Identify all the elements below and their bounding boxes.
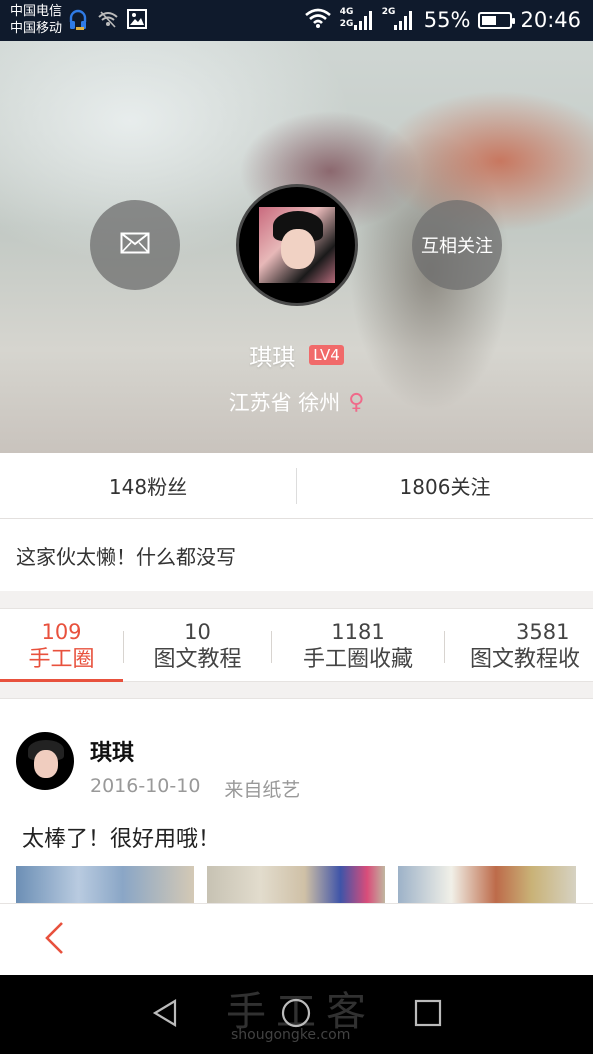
post-text: 太棒了！很好用哦！ xyxy=(22,827,221,852)
square-recents-icon xyxy=(413,998,443,1032)
image-icon xyxy=(126,8,148,34)
tab-label: 手工圈 xyxy=(28,647,95,672)
mail-icon xyxy=(120,232,150,258)
tab-count: 10 xyxy=(184,620,211,644)
nav-recents-button[interactable] xyxy=(406,993,450,1037)
avatar-photo xyxy=(259,207,335,283)
content-tabs: 109 手工圈 10 图文教程 1181 手工圈收藏 3581 图文教程收 xyxy=(0,608,593,682)
post-image-1[interactable] xyxy=(16,866,194,906)
follow-button[interactable]: 互相关注 xyxy=(412,200,502,290)
female-icon: ♀ xyxy=(348,389,365,415)
circle-home-icon xyxy=(280,997,312,1033)
headset-icon xyxy=(68,8,88,36)
bottom-toolbar xyxy=(0,903,593,975)
name-row: 琪琪 LV4 xyxy=(0,338,593,372)
profile-avatar[interactable] xyxy=(236,184,358,306)
post-image-3[interactable] xyxy=(398,866,576,906)
clock: 20:46 xyxy=(520,8,581,32)
tab-circle-favorites[interactable]: 1181 手工圈收藏 xyxy=(272,609,444,681)
profile-header: 互相关注 琪琪 LV4 江苏省 徐州 ♀ xyxy=(0,41,593,453)
battery-icon xyxy=(478,11,516,29)
post-source: 来自纸艺 xyxy=(224,779,301,801)
tab-divider xyxy=(444,631,445,663)
tab-label: 手工圈收藏 xyxy=(302,647,413,672)
post-author-avatar[interactable] xyxy=(16,732,74,790)
net-type-1: 4G xyxy=(339,7,354,17)
level-badge: LV4 xyxy=(309,345,344,365)
tab-label: 图文教程 xyxy=(153,647,242,672)
chevron-left-icon xyxy=(43,921,65,959)
tab-count: 109 xyxy=(41,620,82,644)
post-meta: 2016-10-10 来自纸艺 xyxy=(90,775,300,802)
message-button[interactable] xyxy=(90,200,180,290)
profile-location: 江苏省 徐州 xyxy=(228,391,341,415)
tab-tutorial-favorites[interactable]: 3581 图文教程收 xyxy=(458,609,593,681)
location-row: 江苏省 徐州 ♀ xyxy=(0,387,593,417)
triangle-back-icon xyxy=(150,998,180,1032)
wifi-icon xyxy=(304,7,332,34)
post-image-2[interactable] xyxy=(207,866,385,906)
tab-count: 3581 xyxy=(516,620,570,644)
net-type-2: 2G xyxy=(339,19,354,29)
tab-count: 1181 xyxy=(331,620,385,644)
carrier-2: 中国移动 xyxy=(10,21,63,36)
post-date: 2016-10-10 xyxy=(90,775,201,797)
post-author-name[interactable]: 琪琪 xyxy=(90,735,134,767)
status-right: 4G 2G 2G 55% 20:46 xyxy=(304,6,581,34)
battery-fill xyxy=(482,15,497,25)
fans-count[interactable]: 148粉丝 xyxy=(0,453,296,518)
tab-tutorials[interactable]: 10 图文教程 xyxy=(124,609,271,681)
signal-icon-2: 2G xyxy=(382,7,416,33)
nav-home-button[interactable] xyxy=(274,993,318,1037)
status-bar: 中国电信 中国移动 4G 2G 2G 55% 20:46 xyxy=(0,0,593,41)
profile-name: 琪琪 xyxy=(249,345,296,371)
carrier-labels: 中国电信 中国移动 xyxy=(10,3,62,37)
tab-handcraft-circle[interactable]: 109 手工圈 xyxy=(0,609,123,682)
battery-percent: 55% xyxy=(423,8,471,32)
following-count[interactable]: 1806关注 xyxy=(297,453,593,518)
carrier-1: 中国电信 xyxy=(10,4,63,19)
nav-back-button[interactable] xyxy=(143,993,187,1037)
tab-label: 图文教程收 xyxy=(470,647,581,672)
profile-bio: 这家伙太懒！什么都没写 xyxy=(0,519,593,591)
post-card[interactable]: 琪琪 2016-10-10 来自纸艺 太棒了！很好用哦！ xyxy=(0,698,593,908)
back-button[interactable] xyxy=(32,918,76,962)
wifi-off-icon xyxy=(97,8,119,34)
signal-icon: 4G 2G xyxy=(340,7,374,33)
system-nav-bar: 手工客 shougongke.com xyxy=(0,975,593,1054)
stats-bar: 148粉丝 1806关注 xyxy=(0,453,593,519)
